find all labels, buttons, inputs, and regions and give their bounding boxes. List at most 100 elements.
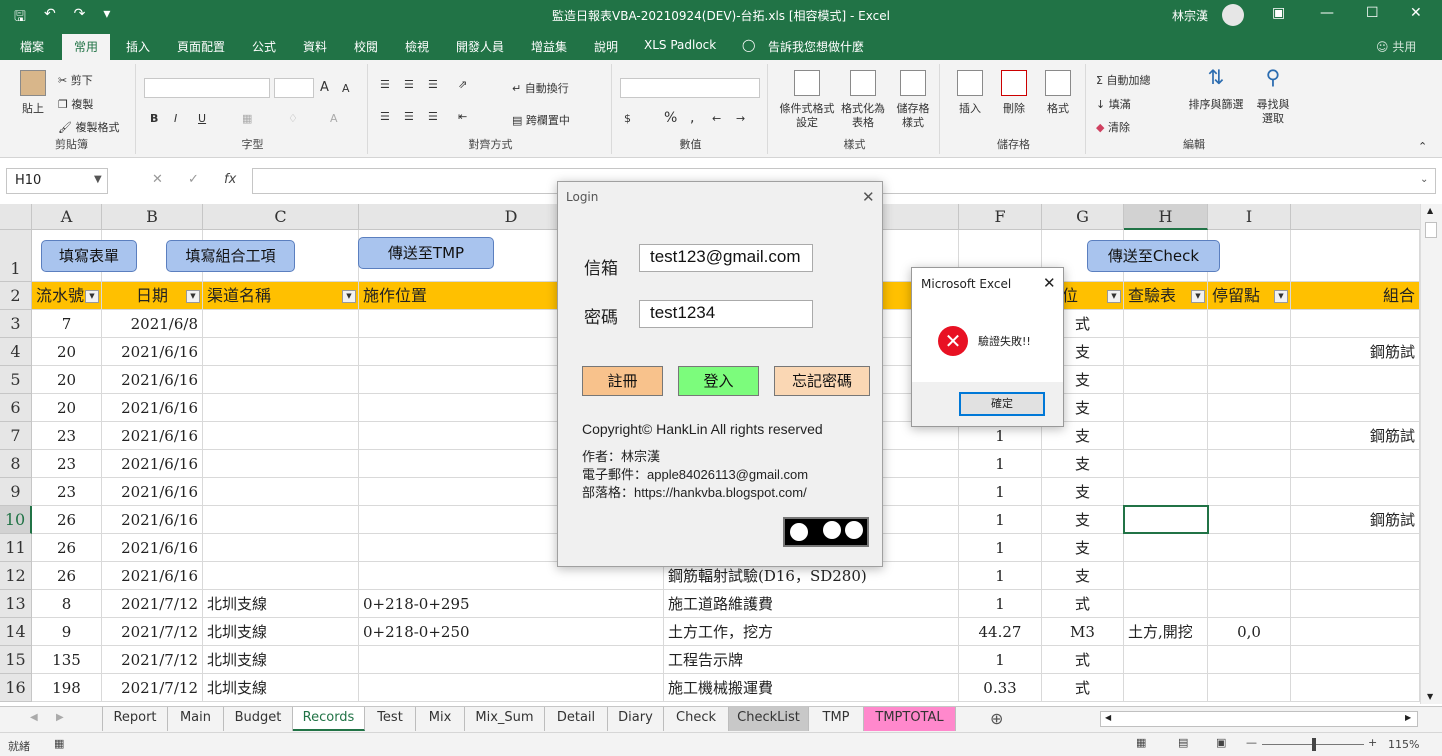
sheet-tab-tmp[interactable]: TMP <box>809 707 864 731</box>
sheet-tab-detail[interactable]: Detail <box>545 707 608 731</box>
currency-icon[interactable]: $ <box>624 112 631 125</box>
header-cell-j[interactable]: 組合 <box>1291 282 1420 310</box>
row-header-1[interactable]: 1 <box>0 230 32 282</box>
sheet-tab-budget[interactable]: Budget <box>224 707 293 731</box>
sheet-tab-check[interactable]: Check <box>664 707 729 731</box>
cell-b4[interactable]: 2021/6/16 <box>102 338 203 366</box>
tab-page-layout[interactable]: 頁面配置 <box>177 38 225 55</box>
cell-j14[interactable] <box>1291 618 1420 646</box>
cell-a12[interactable]: 26 <box>32 562 102 590</box>
grow-font-button[interactable]: A <box>320 80 329 95</box>
clear-button[interactable]: ◆ 清除 <box>1096 119 1130 135</box>
format-as-table-button[interactable]: 格式化為 表格 <box>840 70 886 130</box>
header-cell-c[interactable]: 渠道名稱 ▼ <box>203 282 359 310</box>
cell-f14[interactable]: 44.27 <box>959 618 1042 646</box>
font-color-icon[interactable]: A <box>330 112 338 125</box>
send-tmp-button[interactable]: 傳送至TMP <box>358 237 494 269</box>
cell-i10[interactable] <box>1208 506 1291 534</box>
cell-h3[interactable] <box>1124 310 1208 338</box>
filter-dropdown-icon[interactable]: ▼ <box>1191 290 1205 303</box>
cell-j11[interactable] <box>1291 534 1420 562</box>
number-format-combo[interactable] <box>620 78 760 98</box>
column-header-b[interactable]: B <box>102 204 203 230</box>
column-header-c[interactable]: C <box>203 204 359 230</box>
orientation-icon[interactable]: ⇗ <box>458 78 467 91</box>
password-field[interactable]: test1234 <box>639 300 813 328</box>
cell-j12[interactable] <box>1291 562 1420 590</box>
scroll-right-icon[interactable]: ▶ <box>1405 713 1411 722</box>
cell-j9[interactable] <box>1291 478 1420 506</box>
tab-xls-padlock[interactable]: XLS Padlock <box>644 38 716 52</box>
cell-g12[interactable]: 支 <box>1042 562 1124 590</box>
column-header-f[interactable]: F <box>959 204 1042 230</box>
sort-filter-button[interactable]: ⇅ 排序與篩選 <box>1184 67 1248 112</box>
sheet-tab-report[interactable]: Report <box>102 707 168 731</box>
fill-button[interactable]: ↓ 填滿 <box>1096 96 1131 112</box>
column-header-i[interactable]: I <box>1208 204 1291 230</box>
cell-e14[interactable]: 土方工作，挖方 <box>664 618 959 646</box>
cell-e13[interactable]: 施工道路維護費 <box>664 590 959 618</box>
cell-a14[interactable]: 9 <box>32 618 102 646</box>
row-header-11[interactable]: 11 <box>0 534 32 562</box>
close-icon[interactable]: ✕ <box>1410 5 1422 21</box>
cell-a8[interactable]: 23 <box>32 450 102 478</box>
cell-i6[interactable] <box>1208 394 1291 422</box>
cell-j8[interactable] <box>1291 450 1420 478</box>
cell-a10[interactable]: 26 <box>32 506 102 534</box>
cell-a3[interactable]: 7 <box>32 310 102 338</box>
cell-a13[interactable]: 8 <box>32 590 102 618</box>
tab-help[interactable]: 說明 <box>594 38 618 55</box>
cell-e16[interactable]: 施工機械搬運費 <box>664 674 959 702</box>
select-all-corner[interactable] <box>0 204 32 230</box>
row-header-7[interactable]: 7 <box>0 422 32 450</box>
blog-text[interactable]: 部落格：https://hankvba.blogspot.com/ <box>582 482 807 501</box>
cell-i14[interactable]: 0,0 <box>1208 618 1291 646</box>
row-header-13[interactable]: 13 <box>0 590 32 618</box>
cell-h5[interactable] <box>1124 366 1208 394</box>
signin-button[interactable]: 登入 <box>678 366 759 396</box>
cell-h13[interactable] <box>1124 590 1208 618</box>
cell-g14[interactable]: M3 <box>1042 618 1124 646</box>
underline-button[interactable]: U <box>198 112 206 125</box>
cell-c7[interactable] <box>203 422 359 450</box>
cancel-icon[interactable]: ✕ <box>152 172 163 187</box>
cell-styles-button[interactable]: 儲存格 樣式 <box>890 70 936 130</box>
cell-b6[interactable]: 2021/6/16 <box>102 394 203 422</box>
register-button[interactable]: 註冊 <box>582 366 663 396</box>
row-header-5[interactable]: 5 <box>0 366 32 394</box>
cell-i1[interactable] <box>1208 230 1291 282</box>
tab-developer[interactable]: 開發人員 <box>456 38 504 55</box>
cell-c4[interactable] <box>203 338 359 366</box>
cell-g15[interactable]: 式 <box>1042 646 1124 674</box>
normal-view-icon[interactable]: ▦ <box>1136 736 1146 749</box>
scroll-left-icon[interactable]: ◀ <box>1105 713 1111 722</box>
send-check-button[interactable]: 傳送至Check <box>1087 240 1220 272</box>
cell-b7[interactable]: 2021/6/16 <box>102 422 203 450</box>
cell-g13[interactable]: 式 <box>1042 590 1124 618</box>
horizontal-scrollbar[interactable]: ◀ ▶ <box>1100 711 1418 727</box>
ribbon-display-icon[interactable]: ▣ <box>1272 5 1285 21</box>
close-icon[interactable]: ✕ <box>862 188 875 206</box>
cell-h7[interactable] <box>1124 422 1208 450</box>
cell-j4[interactable]: 鋼筋試 <box>1291 338 1420 366</box>
cell-c12[interactable] <box>203 562 359 590</box>
cell-g9[interactable]: 支 <box>1042 478 1124 506</box>
sheet-tab-records[interactable]: Records <box>293 707 365 731</box>
column-header-g[interactable]: G <box>1042 204 1124 230</box>
font-name-combo[interactable] <box>144 78 270 98</box>
cell-a7[interactable]: 23 <box>32 422 102 450</box>
cell-d16[interactable] <box>359 674 664 702</box>
cell-a16[interactable]: 198 <box>32 674 102 702</box>
header-cell-b[interactable]: 日期 ▼ <box>102 282 203 310</box>
scroll-thumb[interactable] <box>1425 222 1437 238</box>
align-middle-icon[interactable]: ☰ <box>404 78 414 91</box>
align-top-icon[interactable]: ☰ <box>380 78 390 91</box>
percent-button[interactable]: % <box>664 110 677 126</box>
macro-record-icon[interactable]: ▦ <box>54 737 64 750</box>
cell-j5[interactable] <box>1291 366 1420 394</box>
minimize-icon[interactable]: — <box>1320 5 1334 21</box>
fill-color-icon[interactable]: ♢ <box>288 112 298 125</box>
cell-i3[interactable] <box>1208 310 1291 338</box>
format-cells-button[interactable]: 格式 <box>1038 70 1078 116</box>
cell-j3[interactable] <box>1291 310 1420 338</box>
